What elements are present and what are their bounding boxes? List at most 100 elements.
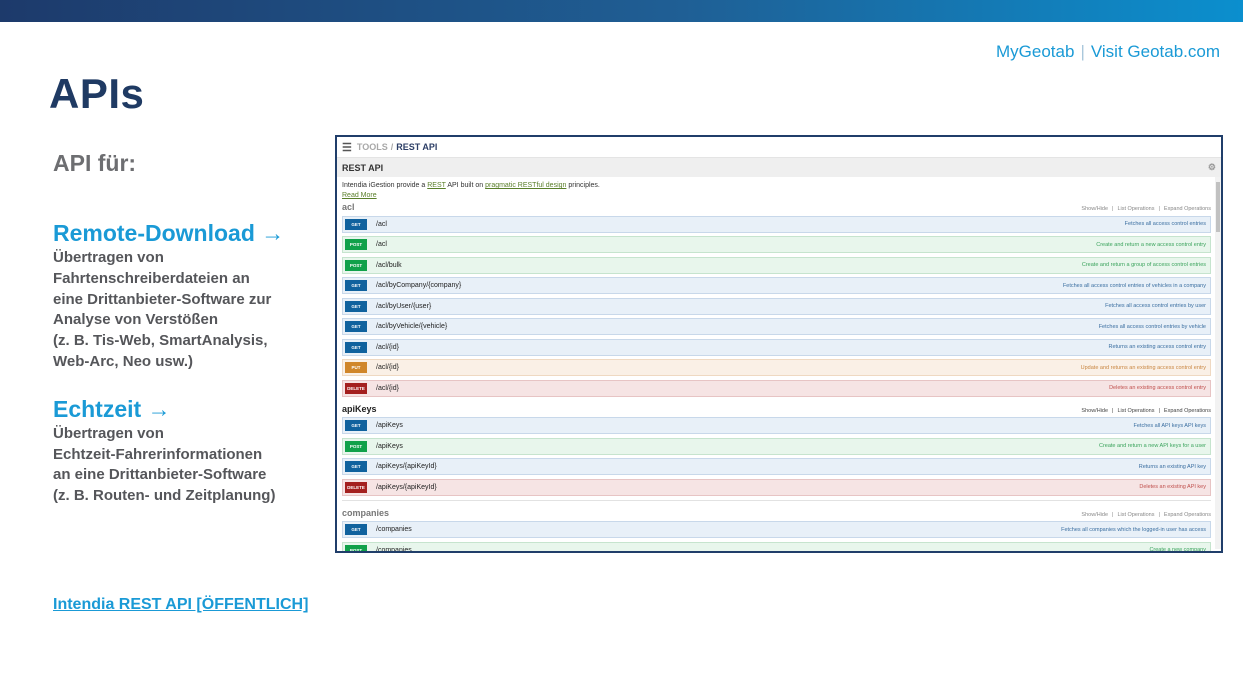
group-options: Show/Hide | List Operations | Expand Operati… xyxy=(1077,512,1211,518)
endpoint-path[interactable]: /apiKeys/{apiKeyId} xyxy=(376,484,437,491)
breadcrumb: ☰ TOOLS / REST API xyxy=(337,137,1221,158)
read-more-link[interactable]: Read More xyxy=(342,192,1211,199)
method-badge[interactable]: POST xyxy=(345,239,367,250)
options-separator: | xyxy=(1112,511,1114,518)
expand-operations-link[interactable]: Expand Operations xyxy=(1164,512,1211,518)
endpoint-row[interactable]: GET/apiKeys/{apiKeyId} Returns an existin… xyxy=(342,458,1211,475)
endpoint-row[interactable]: GET/acl/byCompany/{company} Fetches all a… xyxy=(342,277,1211,294)
mygeotab-link[interactable]: MyGeotab xyxy=(996,42,1074,61)
endpoint-path[interactable]: /acl/{id} xyxy=(376,385,399,392)
endpoint-description: Create and return a new API keys for a u… xyxy=(1098,443,1206,449)
endpoint-path[interactable]: /acl/byVehicle/{vehicle} xyxy=(376,323,447,330)
endpoint-path[interactable]: /apiKeys xyxy=(376,443,403,450)
endpoint-row[interactable]: GET/apiKeys Fetches all API keys API keys xyxy=(342,417,1211,434)
endpoint-description: Returns an existing access control entry xyxy=(1108,344,1206,350)
expand-operations-link[interactable]: Expand Operations xyxy=(1164,206,1211,212)
list-operations-link[interactable]: List Operations xyxy=(1117,206,1154,212)
intendia-rest-api-link[interactable]: Intendia REST API [ÖFFENTLICH] xyxy=(53,596,308,614)
method-badge[interactable]: GET xyxy=(345,280,367,291)
endpoint-description: Deletes an existing API key xyxy=(1139,484,1206,490)
show-hide-link[interactable]: Show/Hide xyxy=(1081,408,1108,414)
endpoint-path[interactable]: /acl/byCompany/{company} xyxy=(376,282,461,289)
header-links: MyGeotab | Visit Geotab.com xyxy=(996,42,1220,62)
endpoint-row[interactable]: POST/apiKeys Create and return a new API … xyxy=(342,437,1211,455)
endpoint-row[interactable]: GET/acl/byUser/{user} Fetches all access … xyxy=(342,297,1211,315)
options-separator: | xyxy=(1158,407,1160,414)
method-badge[interactable]: POST xyxy=(345,259,367,271)
group-name[interactable]: companies xyxy=(342,508,389,518)
expand-operations-link[interactable]: Expand Operations xyxy=(1164,408,1211,414)
visit-geotab-link[interactable]: Visit Geotab.com xyxy=(1091,42,1220,61)
endpoint-path[interactable]: /acl xyxy=(376,241,387,248)
endpoint-path[interactable]: /acl/byUser/{user} xyxy=(376,303,431,310)
show-hide-link[interactable]: Show/Hide xyxy=(1081,512,1108,518)
panel-title: REST API xyxy=(342,162,384,173)
endpoint-row[interactable]: GET/acl Fetches all access control entrie… xyxy=(342,215,1211,233)
endpoint-description: Returns an existing API key xyxy=(1138,463,1206,470)
header-separator: | xyxy=(1080,42,1085,61)
method-badge[interactable]: GET xyxy=(345,300,367,312)
group-name[interactable]: apiKeys xyxy=(342,404,377,414)
endpoint-description: Create a new company xyxy=(1149,547,1206,553)
rest-link[interactable]: REST xyxy=(427,182,446,189)
intro-post: principles. xyxy=(566,182,600,189)
method-badge[interactable]: GET xyxy=(345,461,367,472)
endpoint-row[interactable]: DELETE/acl/{id} Deletes an existing acces… xyxy=(342,379,1211,397)
endpoint-row[interactable]: DELETE/apiKeys/{apiKeyId} Deletes an exis… xyxy=(342,478,1211,496)
list-operations-link[interactable]: List Operations xyxy=(1117,512,1154,518)
method-badge[interactable]: POST xyxy=(345,440,367,452)
method-badge[interactable]: DELETE xyxy=(345,481,367,493)
endpoint-path[interactable]: /acl/{id} xyxy=(376,344,399,351)
endpoint-row[interactable]: POST/acl/bulk Create and return a group o… xyxy=(342,256,1211,274)
api-body: Intendia iGestion provide a REST API bui… xyxy=(337,182,1221,553)
pragmatic-restful-link[interactable]: pragmatic RESTful design xyxy=(485,182,566,189)
intro-mid: API built on xyxy=(445,182,486,189)
endpoint-row[interactable]: GET/acl/{id} Returns an existing access c… xyxy=(342,338,1211,356)
group-options: Show/Hide | List Operations | Expand Operati… xyxy=(1077,206,1211,212)
endpoint-row[interactable]: GET/acl/byVehicle/{vehicle} Fetches all a… xyxy=(342,318,1211,335)
endpoint-description: Create and return a group of access cont… xyxy=(1081,262,1206,268)
endpoint-row[interactable]: POST/acl Create and return a new access c… xyxy=(342,236,1211,253)
endpoint-path[interactable]: /apiKeys/{apiKeyId} xyxy=(376,463,437,470)
method-badge[interactable]: GET xyxy=(345,524,367,535)
endpoint-description: Fetches all access control entries by ve… xyxy=(1098,323,1206,330)
endpoint-description: Fetches all access control entries by us… xyxy=(1105,303,1206,309)
section-description: Übertragen von Fahrtenschreiberdateien a… xyxy=(53,249,272,370)
rest-api-screenshot: ☰ TOOLS / REST API REST API ⚙ Intendia i… xyxy=(335,135,1223,553)
endpoint-path[interactable]: /companies xyxy=(376,526,412,533)
section-title: Remote-Download → xyxy=(53,220,285,246)
method-badge[interactable]: GET xyxy=(345,341,367,353)
breadcrumb-tools[interactable]: TOOLS xyxy=(357,142,388,152)
section-title: Echtzeit → xyxy=(53,395,171,422)
method-badge[interactable]: DELETE xyxy=(345,382,367,394)
gear-icon[interactable]: ⚙ xyxy=(1208,162,1216,173)
intro-text: Intendia iGestion provide a REST API bui… xyxy=(342,182,1211,189)
scrollbar[interactable] xyxy=(1215,177,1221,549)
breadcrumb-separator: / xyxy=(390,142,394,152)
endpoint-row[interactable]: POST/companies Create a new company xyxy=(342,541,1211,553)
endpoint-description: Create and return a new access control e… xyxy=(1096,241,1206,248)
list-operations-link[interactable]: List Operations xyxy=(1117,408,1154,414)
endpoint-path[interactable]: /acl/{id} xyxy=(376,364,399,371)
panel-header: REST API ⚙ xyxy=(337,158,1221,177)
menu-icon[interactable]: ☰ xyxy=(342,141,352,154)
method-badge[interactable]: GET xyxy=(345,420,367,431)
group-header: companies Show/Hide | List Operations | Expan… xyxy=(342,505,1211,518)
left-column: API für: Remote-Download → Übertragen vo… xyxy=(53,150,323,507)
endpoint-path[interactable]: /acl/bulk xyxy=(376,262,402,269)
show-hide-link[interactable]: Show/Hide xyxy=(1081,206,1108,212)
options-separator: | xyxy=(1112,206,1114,212)
endpoint-path[interactable]: /acl xyxy=(376,221,387,228)
breadcrumb-current: REST API xyxy=(396,142,438,152)
method-badge[interactable]: PUT xyxy=(345,362,367,373)
endpoint-path[interactable]: /companies xyxy=(376,547,412,552)
endpoint-row[interactable]: GET/companies Fetches all companies which… xyxy=(342,521,1211,538)
scrollbar-thumb[interactable] xyxy=(1216,182,1220,232)
endpoint-description: Fetches all access control entries of ve… xyxy=(1062,282,1206,289)
endpoint-path[interactable]: /apiKeys xyxy=(376,422,403,429)
method-badge[interactable]: GET xyxy=(345,321,367,332)
method-badge[interactable]: GET xyxy=(345,218,367,230)
method-badge[interactable]: POST xyxy=(345,544,367,551)
endpoint-row[interactable]: PUT/acl/{id} Update and returns an existi… xyxy=(342,359,1211,376)
group-name[interactable]: acl xyxy=(342,202,355,212)
